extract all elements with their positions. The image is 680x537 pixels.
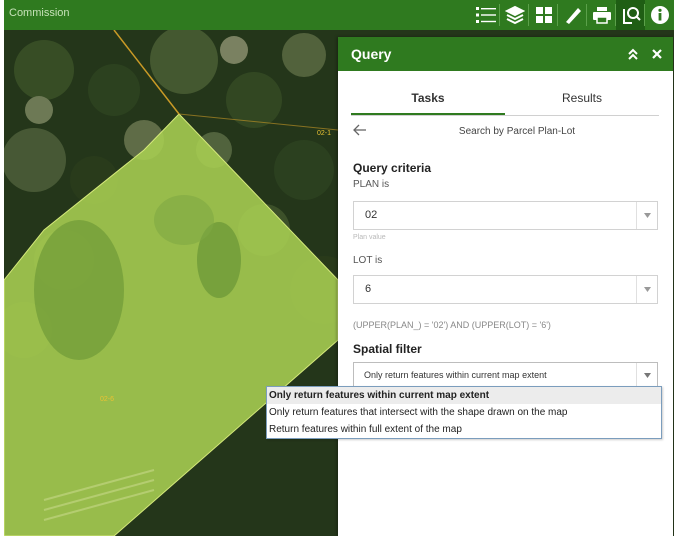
toolbar (471, 0, 674, 30)
parcel-label: 02-6 (100, 396, 115, 403)
spatial-filter-heading: Spatial filter (353, 342, 422, 356)
lot-input[interactable]: 6 (353, 275, 658, 304)
tab-results[interactable]: Results (505, 85, 659, 113)
caret-down-icon (643, 287, 651, 292)
query-icon (622, 7, 641, 24)
measurement-button[interactable] (558, 0, 587, 30)
query-criteria-heading: Query criteria (353, 161, 432, 175)
print-button[interactable] (587, 0, 616, 30)
plan-hint: Plan value (353, 234, 386, 241)
task-title: Search by Parcel Plan-Lot (458, 126, 576, 137)
query-panel: Query Tasks Results Search by Parcel Pla… (338, 37, 673, 536)
layers-icon (504, 5, 525, 25)
plan-value: 02 (365, 209, 378, 221)
collapse-button[interactable] (627, 47, 639, 65)
measurement-icon (565, 8, 581, 24)
arrow-left-icon (353, 124, 366, 136)
caret-down-icon (643, 373, 651, 378)
spatial-filter-options: Only return features within current map … (266, 386, 662, 439)
back-button[interactable] (353, 123, 367, 141)
spatial-filter-selected: Only return features within current map … (364, 370, 547, 380)
caret-down-icon (643, 213, 651, 218)
close-button[interactable] (651, 47, 663, 65)
parcel-label: 02-1 (317, 130, 332, 137)
print-icon (592, 7, 611, 24)
query-button[interactable] (616, 0, 645, 30)
panel-title: Query (351, 46, 392, 62)
plan-label: PLAN is (353, 179, 390, 190)
option-full-extent[interactable]: Return features within full extent of th… (267, 421, 661, 438)
app-window: Commission 02-1 02-6 Query Tasks Results… (4, 0, 674, 536)
layers-button[interactable] (500, 0, 529, 30)
plan-input[interactable]: 02 (353, 201, 658, 230)
about-icon (650, 6, 669, 24)
plan-dropdown-button[interactable] (636, 202, 657, 229)
panel-header: Query (338, 37, 673, 71)
lot-value: 6 (365, 283, 372, 295)
close-icon (652, 49, 662, 59)
basemap-gallery-button[interactable] (529, 0, 558, 30)
legend-button[interactable] (471, 0, 500, 30)
option-intersect-shape[interactable]: Only return features that intersect with… (267, 404, 661, 421)
spatial-filter-select[interactable]: Only return features within current map … (353, 362, 658, 389)
legend-icon (475, 7, 496, 23)
basemap-gallery-icon (535, 7, 552, 23)
spatial-filter-dropdown-button[interactable] (636, 363, 657, 388)
lot-label: LOT is (353, 255, 383, 266)
app-title: Commission (9, 7, 70, 19)
tab-bar: Tasks Results (351, 85, 659, 116)
tab-tasks[interactable]: Tasks (351, 85, 505, 115)
app-header: Commission (4, 0, 674, 30)
about-button[interactable] (645, 0, 674, 30)
double-chevron-up-icon (628, 48, 638, 60)
option-current-extent[interactable]: Only return features within current map … (267, 387, 661, 404)
query-expression: (UPPER(PLAN_) = '02') AND (UPPER(LOT) = … (353, 320, 551, 330)
lot-dropdown-button[interactable] (636, 276, 657, 303)
